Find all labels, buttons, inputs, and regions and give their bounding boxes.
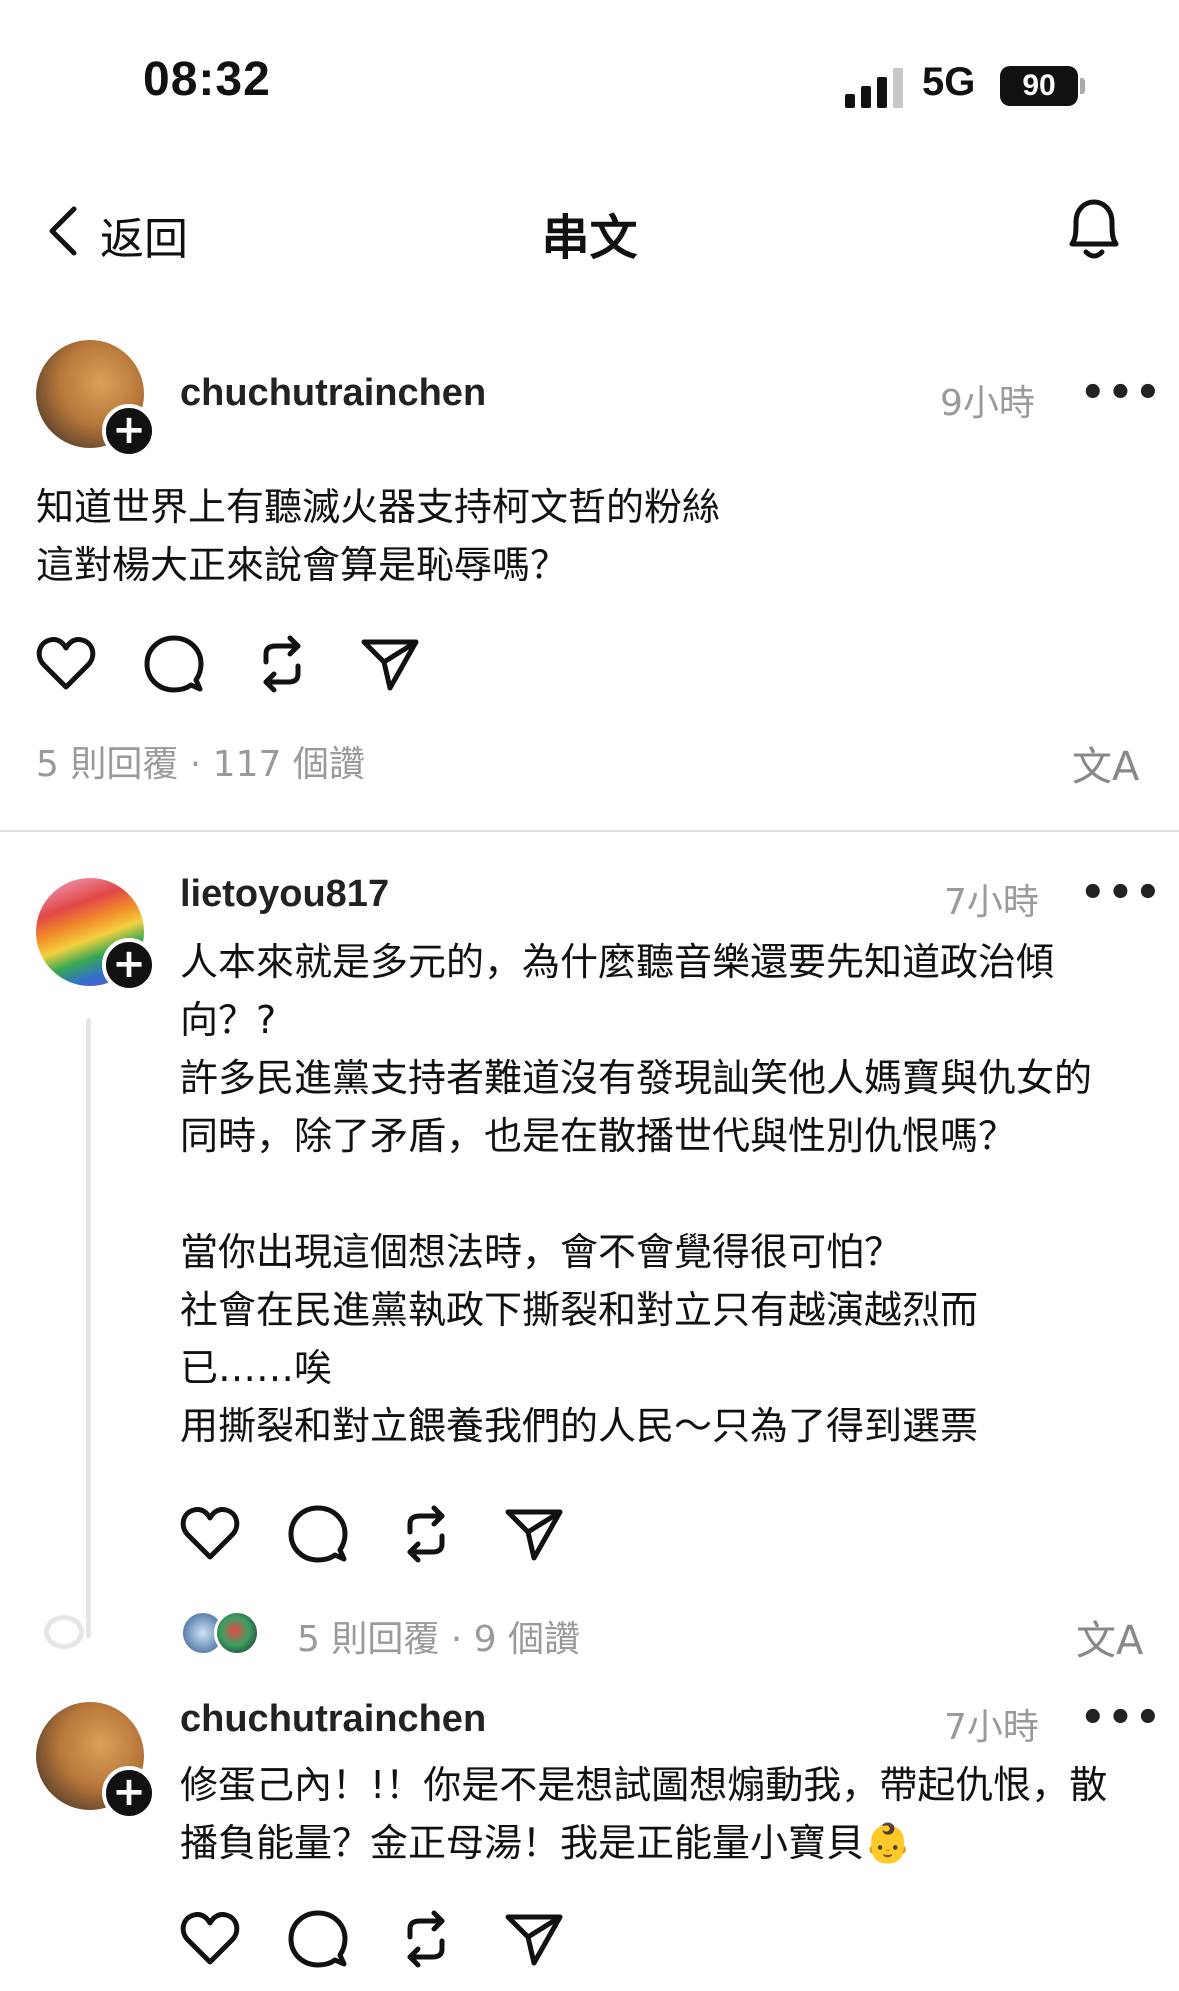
heart-icon[interactable] bbox=[180, 1910, 240, 1966]
bell-icon[interactable] bbox=[1062, 194, 1126, 262]
page-title: 串文 bbox=[541, 210, 638, 266]
repost-icon[interactable] bbox=[396, 1907, 456, 1971]
heart-icon[interactable] bbox=[36, 635, 96, 691]
reply-stats[interactable]: 5 則回覆 · 9 個讚 bbox=[297, 1610, 580, 1662]
comment-icon[interactable] bbox=[288, 1909, 348, 1969]
reply-time: 7小時 bbox=[944, 1707, 1039, 1748]
divider bbox=[0, 830, 1179, 832]
reply-username[interactable]: chuchutrainchen bbox=[180, 1698, 486, 1741]
post-stats[interactable]: 5 則回覆 · 117 個讚 bbox=[36, 735, 365, 787]
battery-icon: 90 bbox=[1000, 66, 1078, 106]
repost-icon[interactable] bbox=[252, 632, 312, 696]
thread-end-icon bbox=[44, 1615, 84, 1649]
more-icon[interactable]: ••• bbox=[1080, 870, 1163, 916]
comment-icon[interactable] bbox=[144, 634, 204, 694]
reply-text: 人本來就是多元的，為什麼聽音樂還要先知道政治傾 向？? 許多民進黨支持者難道沒有… bbox=[180, 940, 1093, 1448]
battery-cap bbox=[1080, 78, 1085, 94]
share-icon[interactable] bbox=[504, 1911, 564, 1967]
reply-time: 7小時 bbox=[944, 882, 1039, 923]
translate-icon[interactable]: 文A bbox=[1072, 734, 1139, 792]
post-time: 9小時 bbox=[940, 383, 1035, 424]
share-icon[interactable] bbox=[360, 636, 420, 692]
follow-plus-icon[interactable]: + bbox=[102, 938, 156, 992]
follow-plus-icon[interactable]: + bbox=[102, 1766, 156, 1820]
network-label: 5G bbox=[922, 60, 976, 104]
comment-icon[interactable] bbox=[288, 1504, 348, 1564]
more-icon[interactable]: ••• bbox=[1080, 370, 1163, 416]
post-username[interactable]: chuchutrainchen bbox=[180, 372, 486, 415]
more-icon[interactable]: ••• bbox=[1080, 1695, 1163, 1741]
share-icon[interactable] bbox=[504, 1506, 564, 1562]
translate-icon[interactable]: 文A bbox=[1076, 1608, 1143, 1666]
signal-icon bbox=[845, 68, 903, 108]
reply-username[interactable]: lietoyou817 bbox=[180, 873, 389, 916]
repost-icon[interactable] bbox=[396, 1502, 456, 1566]
heart-icon[interactable] bbox=[180, 1505, 240, 1561]
replier-avatar bbox=[214, 1610, 260, 1656]
post-text: 知道世界上有聽滅火器支持柯文哲的粉絲 這對楊大正來說會算是恥辱嗎？ bbox=[36, 485, 721, 587]
thread-line bbox=[86, 1018, 91, 1638]
reply-text: 修蛋己內！!！你是不是想試圖想煽動我，帶起仇恨，散 播負能量？金正母湯！我是正能… bbox=[180, 1763, 1108, 1865]
status-time: 08:32 bbox=[143, 53, 271, 106]
follow-plus-icon[interactable]: + bbox=[102, 404, 156, 458]
